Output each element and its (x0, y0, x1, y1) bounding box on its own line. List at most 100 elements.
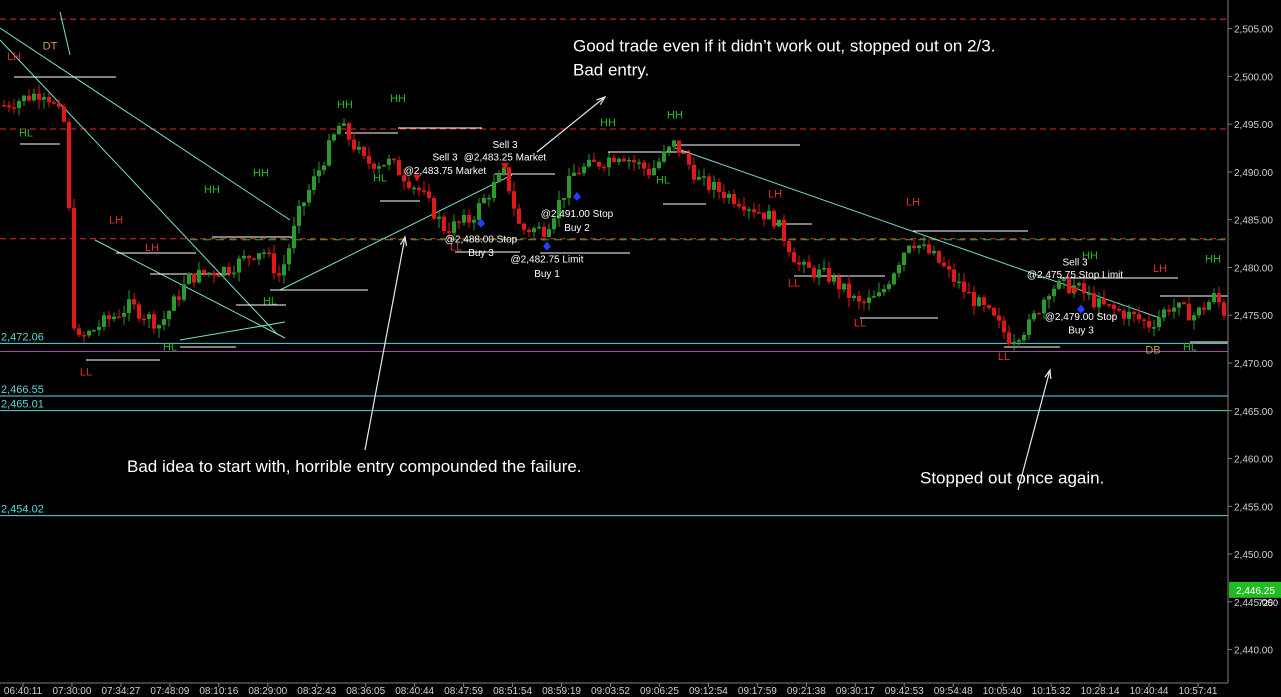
candle-body (627, 159, 631, 162)
candle-body (172, 296, 176, 311)
candle-body (892, 273, 896, 285)
candle-body (257, 253, 261, 260)
candle-body (127, 299, 131, 314)
candle-body (242, 255, 246, 259)
candle-body (207, 272, 211, 275)
candle-body (752, 209, 756, 213)
swing-label: HH (204, 184, 220, 196)
candle-body (772, 210, 776, 227)
candle-body (897, 264, 901, 274)
x-tick-label: 10:28:14 (1081, 686, 1120, 697)
candle-body (312, 176, 316, 190)
candle-body (177, 296, 181, 300)
swing-label: LL (80, 366, 92, 378)
candle-body (1197, 307, 1201, 316)
candle-body (102, 315, 106, 327)
order-label: @2,483.75 Market (404, 166, 487, 177)
candle-body (567, 175, 571, 199)
candle-body (922, 244, 926, 246)
candle-body (222, 267, 226, 276)
candle-body (762, 212, 766, 220)
candle-body (992, 307, 996, 316)
candle-body (82, 334, 86, 337)
candle-body (147, 314, 151, 319)
candle-body (727, 193, 731, 199)
candle-body (712, 181, 716, 190)
candle-body (522, 223, 526, 230)
candle-body (432, 197, 436, 219)
candle-body (782, 219, 786, 242)
swing-label: LL (998, 351, 1010, 363)
candle-body (982, 297, 986, 306)
candle-body (352, 139, 356, 150)
candle-body (22, 95, 26, 102)
candle-body (17, 101, 21, 109)
candle-body (682, 152, 686, 155)
candle-body (837, 276, 841, 290)
candle-body (367, 155, 371, 164)
candle-body (617, 158, 621, 162)
y-tick-label: 2,465.00 (1234, 407, 1273, 418)
candle-body (1092, 293, 1096, 308)
swing-label: LH (109, 215, 123, 227)
candle-body (977, 297, 981, 307)
candle-body (282, 264, 286, 276)
candle-body (132, 299, 136, 305)
candle-body (1067, 279, 1071, 294)
candle-body (447, 231, 451, 233)
candle-body (417, 187, 421, 191)
candle-body (687, 153, 691, 165)
candle-body (637, 162, 641, 164)
candle-body (287, 248, 291, 265)
level-label: 2,466.55 (1, 384, 44, 396)
candle-body (27, 95, 31, 101)
candle-body (597, 161, 601, 167)
candle-body (962, 281, 966, 292)
candle-body (582, 166, 586, 174)
swing-label: HL (19, 128, 33, 140)
candle-body (927, 244, 931, 254)
x-tick-label: 08:40:44 (395, 686, 434, 697)
candle-body (847, 283, 851, 299)
candle-body (292, 225, 296, 249)
candle-body (467, 214, 471, 223)
candle-body (1052, 288, 1056, 297)
swing-label: HH (667, 109, 683, 121)
candle-body (342, 123, 346, 126)
x-tick-label: 10:40:44 (1130, 686, 1169, 697)
candle-body (227, 267, 231, 274)
candle-body (2, 105, 6, 107)
candle-body (757, 212, 761, 214)
swing-label: DB (1145, 344, 1160, 356)
candle-body (672, 140, 676, 147)
candle-body (217, 275, 221, 277)
candle-body (877, 292, 881, 297)
y-tick-label: 2,480.00 (1234, 263, 1273, 274)
candle-body (602, 166, 606, 169)
candle-body (587, 159, 591, 167)
candle-body (812, 267, 816, 278)
candle-body (532, 228, 536, 233)
candle-body (277, 273, 281, 276)
candle-body (1027, 319, 1031, 335)
candle-body (302, 202, 306, 207)
candle-body (517, 208, 521, 224)
candle-body (707, 176, 711, 190)
annotation-text: Stopped out once again. (920, 468, 1104, 487)
x-tick-label: 09:54:48 (934, 686, 973, 697)
candle-body (742, 206, 746, 211)
x-tick-label: 10:05:40 (983, 686, 1022, 697)
candle-body (452, 221, 456, 233)
candle-body (722, 191, 726, 199)
x-tick-label: 09:17:59 (738, 686, 777, 697)
candle-body (1047, 296, 1051, 300)
candlestick-chart[interactable]: 2,472.06 2,466.55 2,465.01 2,454.02 DT LH HL L… (0, 0, 1281, 697)
x-tick-label: 08:36:05 (346, 686, 385, 697)
candle-body (437, 216, 441, 219)
candle-body (1037, 313, 1041, 315)
chart-background (0, 0, 1281, 697)
candle-body (332, 134, 336, 141)
candle-body (902, 252, 906, 265)
candle-body (907, 245, 911, 253)
order-label: @2,491.00 Stop (541, 209, 614, 220)
